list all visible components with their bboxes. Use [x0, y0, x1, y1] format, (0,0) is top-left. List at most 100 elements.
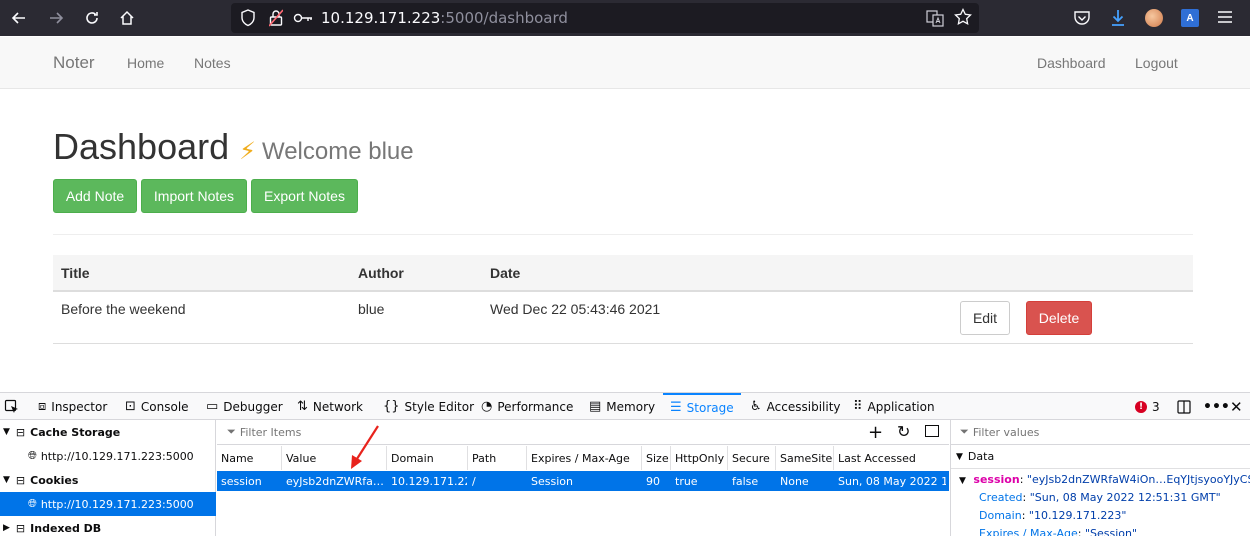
- accessibility-icon: ♿: [750, 399, 762, 414]
- add-note-button[interactable]: Add Note: [53, 179, 137, 213]
- pocket-icon[interactable]: [1073, 9, 1091, 27]
- nav-notes[interactable]: Notes: [194, 55, 231, 71]
- tree-indexed-db[interactable]: ▶ ⊟ Indexed DB: [0, 516, 216, 536]
- tab-application[interactable]: ⠿ Application: [853, 393, 935, 420]
- tree-cache-storage[interactable]: ▼ ⊟ Cache Storage: [0, 420, 216, 444]
- extension-avatar-icon[interactable]: [1145, 9, 1163, 27]
- column-size[interactable]: Size: [642, 446, 671, 470]
- welcome-text: Welcome blue: [261, 138, 414, 165]
- downloads-icon[interactable]: [1109, 8, 1127, 28]
- bookmark-star-icon[interactable]: [954, 7, 972, 26]
- cookie-secure: false: [732, 475, 759, 488]
- key-icon[interactable]: [293, 10, 313, 26]
- dashboard-heading: Dashboard: [53, 126, 230, 167]
- tab-performance[interactable]: ◔ Performance: [481, 393, 573, 420]
- tab-label: Performance: [497, 399, 574, 414]
- nav-logout[interactable]: Logout: [1135, 55, 1178, 71]
- tab-memory[interactable]: ▤ Memory: [589, 393, 655, 420]
- tree-cookies[interactable]: ▼ ⊟ Cookies: [0, 468, 216, 492]
- memory-icon: ▤: [589, 399, 602, 414]
- insecure-lock-icon[interactable]: [268, 9, 284, 27]
- tab-inspector[interactable]: ⧈ Inspector: [38, 393, 107, 420]
- toggle-sidebar-icon[interactable]: [925, 425, 939, 437]
- dock-toggle-icon[interactable]: [1176, 393, 1192, 420]
- translate-icon[interactable]: [926, 9, 944, 27]
- table-row: Before the weekend blue Wed Dec 22 05:43…: [53, 292, 1193, 344]
- network-icon: ⇅: [297, 399, 308, 414]
- url-bar[interactable]: 10.129.171.223:5000/dashboard: [231, 3, 979, 33]
- tab-console[interactable]: ⊡ Console: [125, 393, 189, 420]
- browser-toolbar: 10.129.171.223:5000/dashboard A: [0, 0, 1250, 36]
- url-text[interactable]: 10.129.171.223:5000/dashboard: [321, 9, 568, 27]
- delete-button[interactable]: Delete: [1026, 301, 1092, 335]
- edit-button[interactable]: Edit: [960, 301, 1010, 335]
- export-notes-button[interactable]: Export Notes: [251, 179, 358, 213]
- tab-network[interactable]: ⇅ Network: [297, 393, 363, 420]
- filter-icon: ⏷: [227, 425, 236, 438]
- add-item-icon[interactable]: +: [868, 422, 883, 443]
- expires-key: Expires / Max-Age: [979, 527, 1078, 536]
- tab-style-editor[interactable]: {} Style Editor: [383, 393, 474, 420]
- menu-hamburger-icon[interactable]: [1217, 10, 1233, 24]
- data-header[interactable]: ▼ Data: [951, 445, 1250, 469]
- data-expires-row: Expires / Max-Age: "Session": [979, 527, 1137, 536]
- tab-accessibility[interactable]: ♿ Accessibility: [750, 393, 841, 420]
- database-icon: ⊟: [15, 473, 26, 487]
- close-devtools-icon[interactable]: ✕: [1230, 393, 1243, 420]
- import-notes-button[interactable]: Import Notes: [141, 179, 247, 213]
- cookie-last-accessed: Sun, 08 May 2022 1…: [838, 475, 946, 488]
- home-icon[interactable]: [114, 5, 140, 31]
- nav-dashboard[interactable]: Dashboard: [1037, 55, 1106, 71]
- column-httponly[interactable]: HttpOnly: [671, 446, 728, 470]
- translate-extension-icon[interactable]: A: [1181, 9, 1199, 27]
- database-icon: ⊟: [15, 425, 26, 439]
- tree-cookies-host[interactable]: 🌐︎ http://10.129.171.223:5000: [0, 492, 216, 516]
- column-expires[interactable]: Expires / Max-Age: [527, 446, 642, 470]
- filter-values-input[interactable]: [972, 425, 1193, 439]
- column-secure[interactable]: Secure: [728, 446, 776, 470]
- refresh-icon[interactable]: ↻: [897, 422, 910, 441]
- data-sidebar: ⏷ ▼ Data ▼ session: "eyJsb2dnZWRfaW4iOn……: [950, 420, 1250, 536]
- reload-icon[interactable]: [79, 5, 105, 31]
- back-icon[interactable]: [6, 5, 32, 31]
- session-key: session: [973, 473, 1020, 486]
- tab-label: Console: [140, 399, 189, 414]
- filter-items-input[interactable]: [239, 425, 540, 439]
- table-row[interactable]: session eyJsb2dnZWRfa… 10.129.171.223 / …: [217, 471, 949, 491]
- note-date: Wed Dec 22 05:43:46 2021: [490, 301, 661, 317]
- column-last-accessed[interactable]: Last Accessed: [834, 446, 949, 470]
- expanded-arrow-icon: ▼: [3, 475, 10, 485]
- element-picker-icon[interactable]: [4, 393, 20, 420]
- brand-link[interactable]: Noter: [53, 53, 95, 73]
- forward-icon[interactable]: [43, 5, 69, 31]
- url-host: 10.129.171.223: [321, 9, 441, 27]
- tree-label: Cookies: [30, 473, 79, 487]
- tab-storage[interactable]: ☰ Storage: [663, 393, 741, 420]
- tab-debugger[interactable]: ▭ Debugger: [206, 393, 283, 420]
- application-grid-icon: ⠿: [853, 399, 863, 414]
- nav-home[interactable]: Home: [127, 55, 164, 71]
- cookie-samesite: None: [780, 475, 809, 488]
- shield-icon[interactable]: [240, 9, 256, 27]
- debugger-icon: ▭: [206, 399, 219, 414]
- domain-value: "10.129.171.223": [1028, 509, 1127, 522]
- collapsed-arrow-icon: ▶: [3, 523, 10, 533]
- cookie-domain: 10.129.171.223: [391, 475, 467, 488]
- error-indicator[interactable]: ! 3: [1135, 393, 1160, 420]
- column-samesite[interactable]: SameSite: [776, 446, 834, 470]
- more-options-icon[interactable]: •••: [1203, 393, 1230, 420]
- data-session-row[interactable]: ▼ session: "eyJsb2dnZWRfaW4iOn…EqYJtjsyo…: [959, 473, 1250, 486]
- red-arrow-annotation: [351, 425, 379, 469]
- inspector-icon: ⧈: [38, 399, 47, 414]
- column-path[interactable]: Path: [468, 446, 527, 470]
- tree-cache-host[interactable]: 🌐︎ http://10.129.171.223:5000: [0, 444, 216, 468]
- cookie-expires: Session: [531, 475, 573, 488]
- expanded-arrow-icon: ▼: [959, 476, 966, 486]
- expanded-arrow-icon: ▼: [956, 451, 963, 462]
- column-name[interactable]: Name: [217, 446, 282, 470]
- divider: [53, 234, 1193, 235]
- devtools-tabbar: ⧈ Inspector ⊡ Console ▭ Debugger ⇅ Network {…: [0, 392, 1250, 420]
- data-domain-row: Domain: "10.129.171.223": [979, 509, 1127, 522]
- data-header-label: Data: [967, 450, 995, 463]
- column-domain[interactable]: Domain: [387, 446, 468, 470]
